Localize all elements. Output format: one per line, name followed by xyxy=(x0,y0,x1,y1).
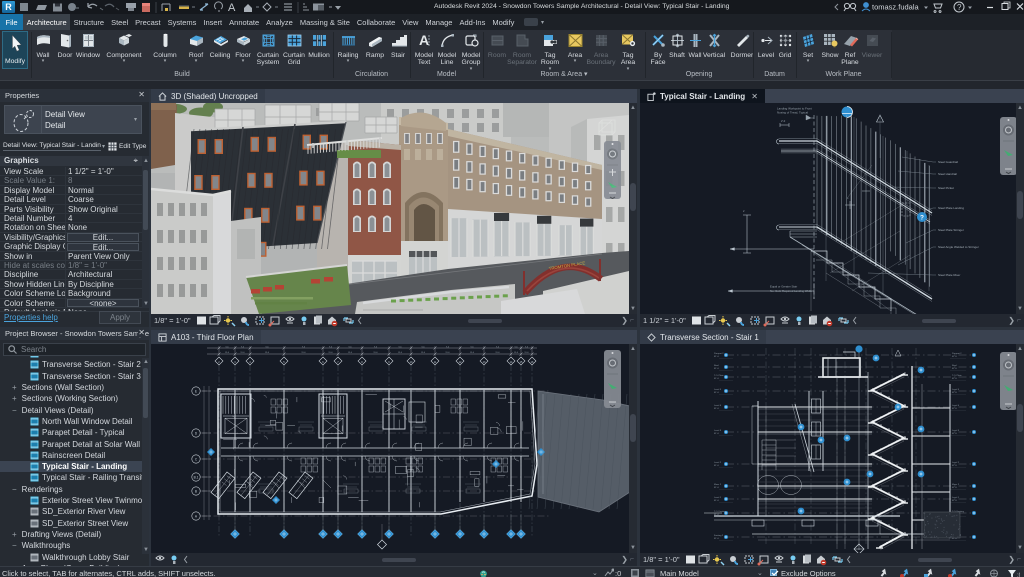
svg-text:A: A xyxy=(228,2,236,14)
svg-text:61'-0: 61'-0 xyxy=(952,500,958,502)
svg-text:61'-0: 61'-0 xyxy=(952,356,958,358)
svg-text:5: 5 xyxy=(283,361,285,364)
svg-text:T.O. Plate: T.O. Plate xyxy=(952,374,962,377)
svg-text:Level 3: Level 3 xyxy=(952,430,960,432)
svg-text:2: 2 xyxy=(218,361,220,364)
svg-text::0: :0 xyxy=(1017,573,1020,577)
svg-text:Level 2: Level 2 xyxy=(714,462,722,464)
svg-text:T.O. Footing: T.O. Footing xyxy=(714,510,727,513)
svg-text:B.1: B.1 xyxy=(194,475,199,479)
svg-text:61'-0: 61'-0 xyxy=(952,433,958,435)
svg-text:61'-0: 61'-0 xyxy=(952,487,958,489)
svg-text:Mezz 2: Mezz 2 xyxy=(714,484,722,486)
svg-text:61'-0: 61'-0 xyxy=(714,433,720,435)
svg-text:6: 6 xyxy=(322,361,324,364)
svg-text:9: 9 xyxy=(388,361,390,364)
svg-text:Steel Plate Stringer: Steel Plate Stringer xyxy=(938,228,964,232)
svg-text:61'-0: 61'-0 xyxy=(714,392,720,394)
svg-text:61'-0: 61'-0 xyxy=(952,465,958,467)
svg-text:61'-0: 61'-0 xyxy=(714,500,720,502)
svg-text:8: 8 xyxy=(361,361,363,364)
svg-text:4: 4 xyxy=(847,197,849,200)
svg-text:61'-0: 61'-0 xyxy=(952,378,958,380)
svg-text:Parapet 2: Parapet 2 xyxy=(952,352,962,355)
svg-text:61'-0: 61'-0 xyxy=(714,538,720,540)
svg-text:A: A xyxy=(419,32,429,48)
svg-text:Steel Angle Welded to Stringer: Steel Angle Welded to Stringer xyxy=(938,245,979,249)
svg-text:E: E xyxy=(195,389,197,393)
svg-text:61'-0: 61'-0 xyxy=(714,356,720,358)
svg-text:T.O. Plate: T.O. Plate xyxy=(714,374,724,377)
svg-text:Level 4: Level 4 xyxy=(952,405,960,407)
svg-text:Steel Picket: Steel Picket xyxy=(938,186,954,190)
svg-text:Nosing of Tread, Typical: Nosing of Tread, Typical xyxy=(777,111,808,115)
svg-text:Steel Handrail: Steel Handrail xyxy=(938,172,957,176)
svg-text:Steel Guardrail: Steel Guardrail xyxy=(938,160,958,164)
svg-text:2'-0: 2'-0 xyxy=(781,119,786,123)
svg-text:7: 7 xyxy=(337,361,339,364)
svg-text:Steel Plate Landing: Steel Plate Landing xyxy=(938,206,964,210)
svg-text:61'-0: 61'-0 xyxy=(714,465,720,467)
svg-text:Level 5: Level 5 xyxy=(714,389,722,391)
svg-text:Level 5: Level 5 xyxy=(952,389,960,391)
svg-text:61'-0: 61'-0 xyxy=(714,378,720,380)
svg-text:Roof: Roof xyxy=(714,365,719,367)
svg-text:Level 1: Level 1 xyxy=(952,497,960,499)
svg-text:Parapet 2: Parapet 2 xyxy=(714,352,724,355)
svg-text:Steel Plate Riser: Steel Plate Riser xyxy=(938,273,960,277)
svg-text:61'-0: 61'-0 xyxy=(714,368,720,370)
svg-text:61'-0: 61'-0 xyxy=(952,368,958,370)
svg-text:Level 3: Level 3 xyxy=(714,430,722,432)
svg-text:?: ? xyxy=(920,215,924,222)
svg-text:Roof: Roof xyxy=(952,365,957,367)
svg-text:61'-0: 61'-0 xyxy=(952,408,958,410)
svg-text:tomasz.fudala: tomasz.fudala xyxy=(872,3,920,12)
svg-text:No. Curb Required Landing Widt: No. Curb Required Landing Width xyxy=(770,289,812,293)
svg-text:B: B xyxy=(195,489,197,493)
svg-text:C: C xyxy=(195,457,198,461)
svg-text:3: 3 xyxy=(234,361,236,364)
svg-text:4: 4 xyxy=(249,361,251,364)
svg-text:Footing 2: Footing 2 xyxy=(714,534,724,537)
svg-text:?: ? xyxy=(957,3,962,12)
svg-text:2: 2 xyxy=(743,209,745,213)
svg-text:61'-0: 61'-0 xyxy=(714,408,720,410)
svg-text:61'-0: 61'-0 xyxy=(952,392,958,394)
svg-text:Level 4: Level 4 xyxy=(714,405,722,407)
svg-text:A: A xyxy=(195,514,198,518)
svg-text:61'-0: 61'-0 xyxy=(714,487,720,489)
svg-text:Level 1: Level 1 xyxy=(714,497,722,499)
svg-text:61'-0: 61'-0 xyxy=(952,538,958,540)
svg-text:Level 2: Level 2 xyxy=(952,462,960,464)
svg-text:D: D xyxy=(195,431,198,435)
svg-text:Mezz 2: Mezz 2 xyxy=(952,484,960,486)
